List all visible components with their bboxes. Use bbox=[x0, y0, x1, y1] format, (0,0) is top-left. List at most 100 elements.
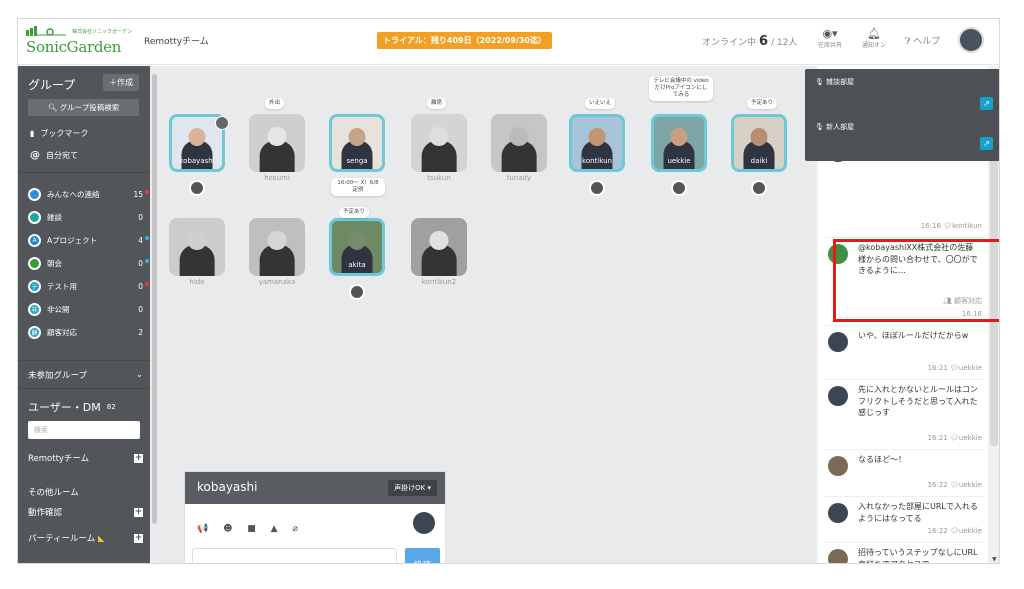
user-search-input[interactable]: 検索 bbox=[28, 421, 140, 439]
scroll-thumb[interactable] bbox=[152, 74, 157, 524]
user-photo[interactable] bbox=[249, 114, 305, 172]
user-photo[interactable] bbox=[411, 218, 467, 276]
logo[interactable]: 株式会社ソニックガーデン SonicGarden bbox=[26, 25, 132, 56]
room-count: 4 bbox=[129, 235, 149, 245]
my-avatar[interactable] bbox=[958, 27, 984, 53]
avatar[interactable] bbox=[828, 332, 848, 352]
message-meta: 16:21 💬︎uekkie bbox=[928, 434, 982, 442]
avatar[interactable] bbox=[828, 386, 848, 406]
online-counter: オンライン中 6/ 12人 bbox=[702, 34, 797, 49]
room-item[interactable]: 雑談 0 bbox=[28, 210, 143, 224]
user-card-kontikun2[interactable]: kontikun2 bbox=[409, 218, 469, 286]
person-head bbox=[588, 128, 606, 147]
room-count: 0 bbox=[129, 281, 149, 291]
open-room-icon[interactable]: ↗ bbox=[980, 137, 993, 150]
avatar[interactable] bbox=[828, 503, 848, 523]
message-item[interactable]: なるほど〜！ 16:22 💬︎uekkie bbox=[824, 450, 984, 497]
user-photo[interactable]: kontikun bbox=[569, 114, 625, 172]
post-button[interactable]: 投稿 bbox=[405, 548, 440, 563]
user-name: daiki bbox=[750, 157, 768, 165]
remotty-team-label: Remottyチーム bbox=[28, 454, 90, 464]
scroll-down-icon[interactable]: ▼ bbox=[992, 556, 997, 563]
open-room-icon[interactable]: ↗ bbox=[980, 97, 993, 110]
action-check-row[interactable]: 動作確認 + bbox=[28, 506, 143, 518]
message-item[interactable]: 招待っていうステップなしにURL直打ちでアクセスで bbox=[824, 543, 984, 563]
voice-ok-dropdown[interactable]: 声掛けOK ▾ bbox=[388, 480, 437, 496]
room-icon bbox=[28, 187, 41, 201]
bookmark-link[interactable]: ▮ ブックマーク bbox=[30, 128, 88, 139]
user-photo[interactable]: daiki bbox=[731, 114, 787, 172]
room-item[interactable]: みんなへの連絡 15 bbox=[28, 187, 149, 201]
room-item[interactable]: テテスト用 0 bbox=[28, 279, 149, 293]
chat-toolbar[interactable]: 📢 ☻ ■ ▲ ⌀ bbox=[197, 524, 304, 534]
user-card-hide[interactable]: hide bbox=[167, 218, 227, 286]
room-item[interactable]: 顧顧客対応 2 bbox=[28, 325, 143, 339]
plus-icon[interactable]: + bbox=[134, 507, 143, 517]
top-header: 株式会社ソニックガーデン SonicGarden Remottyチーム トライア… bbox=[18, 19, 999, 65]
small-avatar bbox=[671, 180, 687, 196]
room-item[interactable]: A Aプロジェクト 4 bbox=[28, 233, 149, 247]
user-photo[interactable] bbox=[491, 114, 547, 172]
divider bbox=[18, 360, 150, 361]
presence-share-button[interactable]: ◉▾ 在席共有 bbox=[810, 27, 850, 49]
room-count: 15 bbox=[129, 189, 149, 199]
trial-badge[interactable]: トライアル：残り409日（2022/09/30迄） bbox=[377, 32, 552, 49]
user-card-uekkie[interactable]: uekkie bbox=[649, 114, 709, 172]
user-name: tsukun bbox=[427, 174, 451, 182]
user-card-tsukun[interactable]: tsukun bbox=[409, 114, 469, 182]
user-photo[interactable]: uekkie bbox=[651, 114, 707, 172]
person-head bbox=[429, 126, 449, 147]
user-photo[interactable] bbox=[249, 218, 305, 276]
person-head bbox=[670, 128, 688, 147]
message-user: kontikun bbox=[952, 222, 982, 230]
notify-label: 通知オン bbox=[861, 42, 886, 49]
user-photo[interactable] bbox=[169, 218, 225, 276]
mentions-link[interactable]: @ 自分宛て bbox=[30, 150, 78, 161]
user-card-hosumi[interactable]: hosumi bbox=[247, 114, 307, 182]
notify-button[interactable]: 🔔︎ 通知オン bbox=[854, 27, 894, 49]
message-input[interactable] bbox=[192, 548, 397, 563]
logo-text: SonicGarden bbox=[26, 38, 122, 56]
avatar[interactable] bbox=[828, 456, 848, 476]
user-card-senga[interactable]: senga bbox=[327, 114, 387, 172]
logo-company: 株式会社ソニックガーデン bbox=[72, 28, 133, 35]
chat-icon: 💬︎ bbox=[950, 434, 959, 442]
user-photo[interactable]: senga bbox=[329, 114, 385, 172]
chat-icon: 💬︎ bbox=[950, 481, 959, 489]
user-card-akita[interactable]: akita bbox=[327, 218, 387, 276]
message-text: なるほど〜！ bbox=[858, 455, 906, 464]
user-card-funady[interactable]: funady bbox=[489, 114, 549, 182]
room-count: 2 bbox=[138, 327, 143, 337]
chat-icon: 💬︎ bbox=[950, 364, 959, 372]
message-item[interactable]: 先に入れとかないとルールはコンフリクトしそうだと思って入れた感じっす 16:21 … bbox=[824, 380, 984, 450]
unjoined-groups[interactable]: 未参加グループ ⌄ bbox=[28, 369, 143, 381]
room-item[interactable]: 朝会 0 bbox=[28, 256, 149, 270]
party-room-row[interactable]: パーティールーム ◣ + bbox=[28, 532, 143, 544]
plus-icon[interactable]: + bbox=[134, 453, 143, 463]
user-photo[interactable] bbox=[411, 114, 467, 172]
person-head bbox=[429, 230, 449, 251]
help-link[interactable]: ❓︎ ヘルプ bbox=[905, 34, 940, 47]
popup-room-1[interactable]: 🎙︎ 雑談部屋 bbox=[815, 77, 854, 87]
message-item[interactable]: いや、ほぼルールだけだからw 16:21 💬︎uekkie bbox=[824, 326, 984, 380]
user-card-yamanaka[interactable]: yamanaka bbox=[247, 218, 307, 286]
status-bubble: いえいえ bbox=[585, 98, 616, 109]
plus-icon[interactable]: + bbox=[134, 533, 143, 543]
popup-room-2[interactable]: 🎙︎ 新人部屋 bbox=[815, 122, 854, 132]
remotty-team-row[interactable]: Remottyチーム + bbox=[28, 452, 143, 464]
message-meta: 16:21 💬︎uekkie bbox=[928, 364, 982, 372]
room-count: 0 bbox=[138, 304, 143, 314]
group-post-search-button[interactable]: 🔍︎ グループ投稿検索 bbox=[28, 99, 139, 116]
create-group-button[interactable]: ＋作成 bbox=[103, 74, 139, 91]
user-card-daiki[interactable]: daiki bbox=[729, 114, 789, 172]
room-name: Aプロジェクト bbox=[47, 235, 98, 245]
at-icon: @ bbox=[30, 150, 40, 161]
sidebar-scrollbar[interactable] bbox=[150, 66, 159, 563]
user-card-kontikun[interactable]: kontikun bbox=[567, 114, 627, 172]
user-name: funady bbox=[506, 174, 532, 182]
avatar[interactable] bbox=[828, 549, 848, 563]
room-name: 非公開 bbox=[47, 304, 70, 314]
message-item[interactable]: 入れなかった部屋にURLで入れるようにはなってる 16:22 💬︎uekkie bbox=[824, 497, 984, 543]
user-photo[interactable]: akita bbox=[329, 218, 385, 276]
room-item[interactable]: 非非公開 0 bbox=[28, 302, 143, 316]
